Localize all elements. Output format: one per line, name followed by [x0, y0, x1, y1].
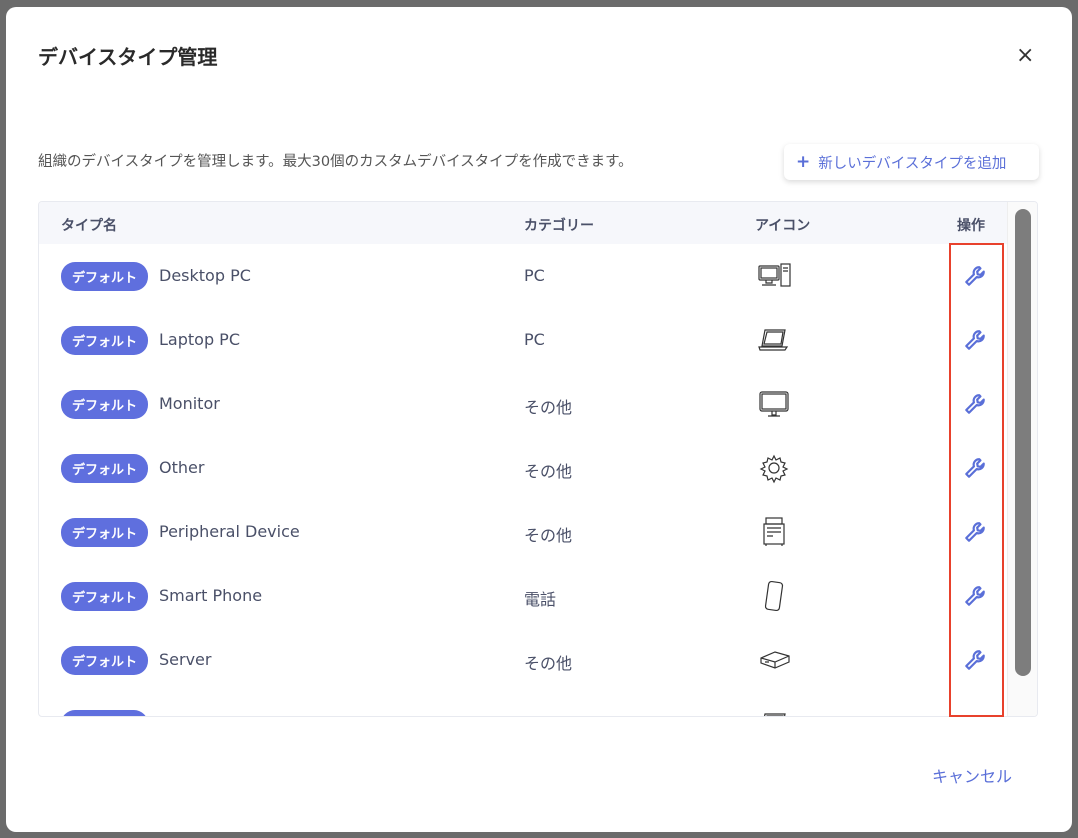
- category: その他: [524, 462, 573, 481]
- category: PC: [524, 266, 545, 285]
- default-badge: デフォルト: [61, 454, 149, 483]
- server-icon: [760, 651, 790, 669]
- gear-icon: [759, 454, 789, 484]
- table-row: デフォルト Server その他: [39, 628, 1037, 692]
- header-type-name: タイプ名: [61, 218, 117, 234]
- category: その他: [524, 526, 573, 545]
- add-button-label: 新しいデバイスタイプを追加: [818, 155, 1007, 172]
- dialog-title: デバイスタイプ管理: [38, 45, 218, 69]
- scrollbar-thumb[interactable]: [1015, 209, 1031, 676]
- device-type-dialog: デバイスタイプ管理 × 組織のデバイスタイプを管理します。最大30個のカスタムデ…: [6, 7, 1072, 832]
- type-name: Desktop PC: [159, 266, 251, 285]
- category: 電話: [524, 590, 557, 609]
- desktop-pc-icon: [758, 263, 791, 287]
- default-badge: デフォルト: [61, 518, 149, 547]
- close-icon[interactable]: ×: [1016, 43, 1034, 68]
- category: PC: [524, 330, 545, 349]
- header-icon: アイコン: [755, 218, 811, 234]
- type-name: Server: [159, 650, 212, 669]
- table-row: デフォルト Other その他: [39, 436, 1037, 500]
- type-name: Smart Phone: [159, 586, 263, 605]
- table-row: デフォルト Peripheral Device その他: [39, 500, 1037, 564]
- laptop-icon: [758, 329, 789, 351]
- type-name: Other: [159, 458, 205, 477]
- laptop-icon: [764, 713, 786, 716]
- table-row: デフォルト Monitor その他: [39, 372, 1037, 436]
- default-badge: デフォルト: [61, 262, 149, 291]
- default-badge: デフォルト: [61, 646, 149, 675]
- highlight-box: [949, 243, 1004, 717]
- cancel-button[interactable]: キャンセル: [932, 763, 1012, 787]
- table-row: デフォルト Desktop PC PC: [39, 244, 1037, 308]
- description: 組織のデバイスタイプを管理します。最大30個のカスタムデバイスタイプを作成できま…: [38, 154, 633, 170]
- printer-icon: [763, 517, 785, 546]
- table-header: タイプ名 カテゴリー アイコン 操作: [39, 202, 1037, 244]
- scrollbar[interactable]: [1007, 202, 1037, 716]
- table-row: デフォルト Smart Phone 電話: [39, 564, 1037, 628]
- type-name: Monitor: [159, 394, 220, 413]
- add-device-type-button[interactable]: + 新しいデバイスタイプを追加: [784, 144, 1039, 180]
- default-badge: デフォルト: [61, 710, 149, 716]
- category: その他: [524, 654, 573, 673]
- plus-icon: +: [796, 152, 811, 172]
- default-badge: デフォルト: [61, 326, 149, 355]
- header-category: カテゴリー: [524, 218, 594, 234]
- default-badge: デフォルト: [61, 390, 149, 419]
- table-row: デフォルト Laptop PC PC: [39, 308, 1037, 372]
- table-row: デフォルト: [39, 692, 1037, 716]
- monitor-icon: [759, 391, 789, 417]
- smartphone-icon: [764, 580, 784, 612]
- device-type-table: タイプ名 カテゴリー アイコン 操作 デフォルト Desktop PC PC デ…: [38, 201, 1038, 717]
- default-badge: デフォルト: [61, 582, 149, 611]
- type-name: Peripheral Device: [159, 522, 300, 541]
- category: その他: [524, 398, 573, 417]
- header-actions: 操作: [957, 218, 985, 234]
- type-name: Laptop PC: [159, 330, 240, 349]
